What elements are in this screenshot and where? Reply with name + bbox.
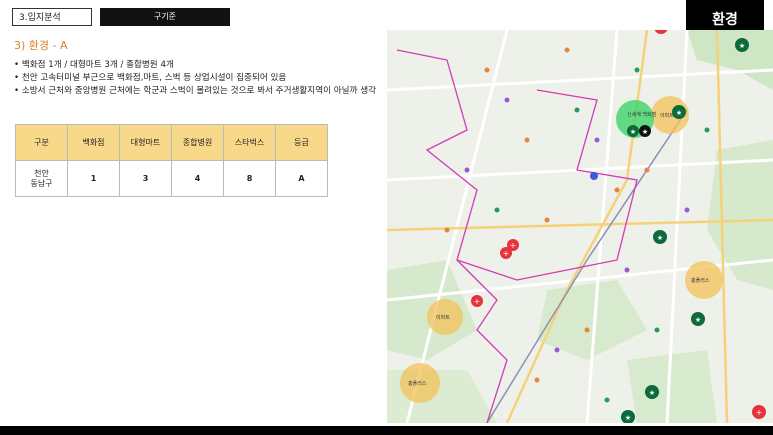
summary-item: 백화점 1개 / 대형마트 3개 / 종합병원 4개 — [14, 59, 376, 72]
data-cell: 4 — [171, 160, 224, 197]
page-title: 3) 환경 - A — [14, 39, 68, 52]
data-cell: A — [275, 160, 328, 197]
label-homeplus-2: 홈플러스 — [408, 380, 427, 387]
area-map[interactable]: 신세계 백화점 이마트 홈플러스 이마트 홈플러스 ★ ★ ★ ★ ★ ★ ★ ★ — [387, 30, 773, 423]
svg-text:★: ★ — [676, 109, 682, 117]
svg-text:★: ★ — [642, 128, 648, 136]
header-cell: 구분 — [15, 124, 68, 161]
svg-text:+: + — [503, 249, 510, 258]
summary-item: 천안 고속터미널 부근으로 백화점,마트, 스벅 등 상업시설이 집중되어 있음 — [14, 72, 376, 85]
label-emart-2: 이마트 — [436, 314, 450, 321]
header-cell: 등급 — [275, 124, 328, 161]
map-canvas: 신세계 백화점 이마트 홈플러스 이마트 홈플러스 ★ ★ ★ ★ ★ ★ ★ ★ ++… — [387, 30, 773, 423]
svg-text:★: ★ — [657, 234, 663, 242]
svg-text:★: ★ — [695, 316, 701, 324]
data-cell: 8 — [223, 160, 276, 197]
header-cell: 종합병원 — [171, 124, 224, 161]
facility-table: 구분 백화점 대형마트 종합병원 스타벅스 등급 천안 동남구 1 3 4 8 … — [15, 124, 328, 197]
table-row: 천안 동남구 1 3 4 8 A — [15, 160, 328, 197]
region-cell: 천안 동남구 — [15, 160, 68, 197]
table-header-row: 구분 백화점 대형마트 종합병원 스타벅스 등급 — [15, 124, 328, 161]
section-tag: 3.입지분석 — [12, 8, 92, 26]
header-cell: 스타벅스 — [223, 124, 276, 161]
header-cell: 대형마트 — [119, 124, 172, 161]
data-cell: 1 — [67, 160, 120, 197]
summary-list: 백화점 1개 / 대형마트 3개 / 종합병원 4개 천안 고속터미널 부근으로… — [14, 59, 376, 98]
svg-text:+: + — [756, 408, 763, 417]
svg-text:+: + — [510, 241, 517, 250]
svg-text:★: ★ — [630, 128, 636, 136]
svg-text:★: ★ — [739, 42, 745, 50]
subtitle-bar: 구기준 — [100, 8, 230, 26]
summary-item: 소방서 근처와 중앙병원 근처에는 학군과 스벅이 몰려있는 것으로 봐서 주거… — [14, 85, 376, 98]
svg-text:★: ★ — [625, 414, 631, 422]
grade-box-title: 환경 — [712, 12, 738, 28]
label-emart-1: 이마트 — [660, 112, 674, 119]
svg-text:+: + — [474, 297, 481, 306]
svg-text:★: ★ — [649, 389, 655, 397]
header-cell: 백화점 — [67, 124, 120, 161]
label-homeplus-1: 홈플러스 — [691, 277, 710, 284]
label-dept-store: 신세계 백화점 — [627, 111, 656, 118]
footer-bar — [0, 426, 773, 435]
data-cell: 3 — [119, 160, 172, 197]
